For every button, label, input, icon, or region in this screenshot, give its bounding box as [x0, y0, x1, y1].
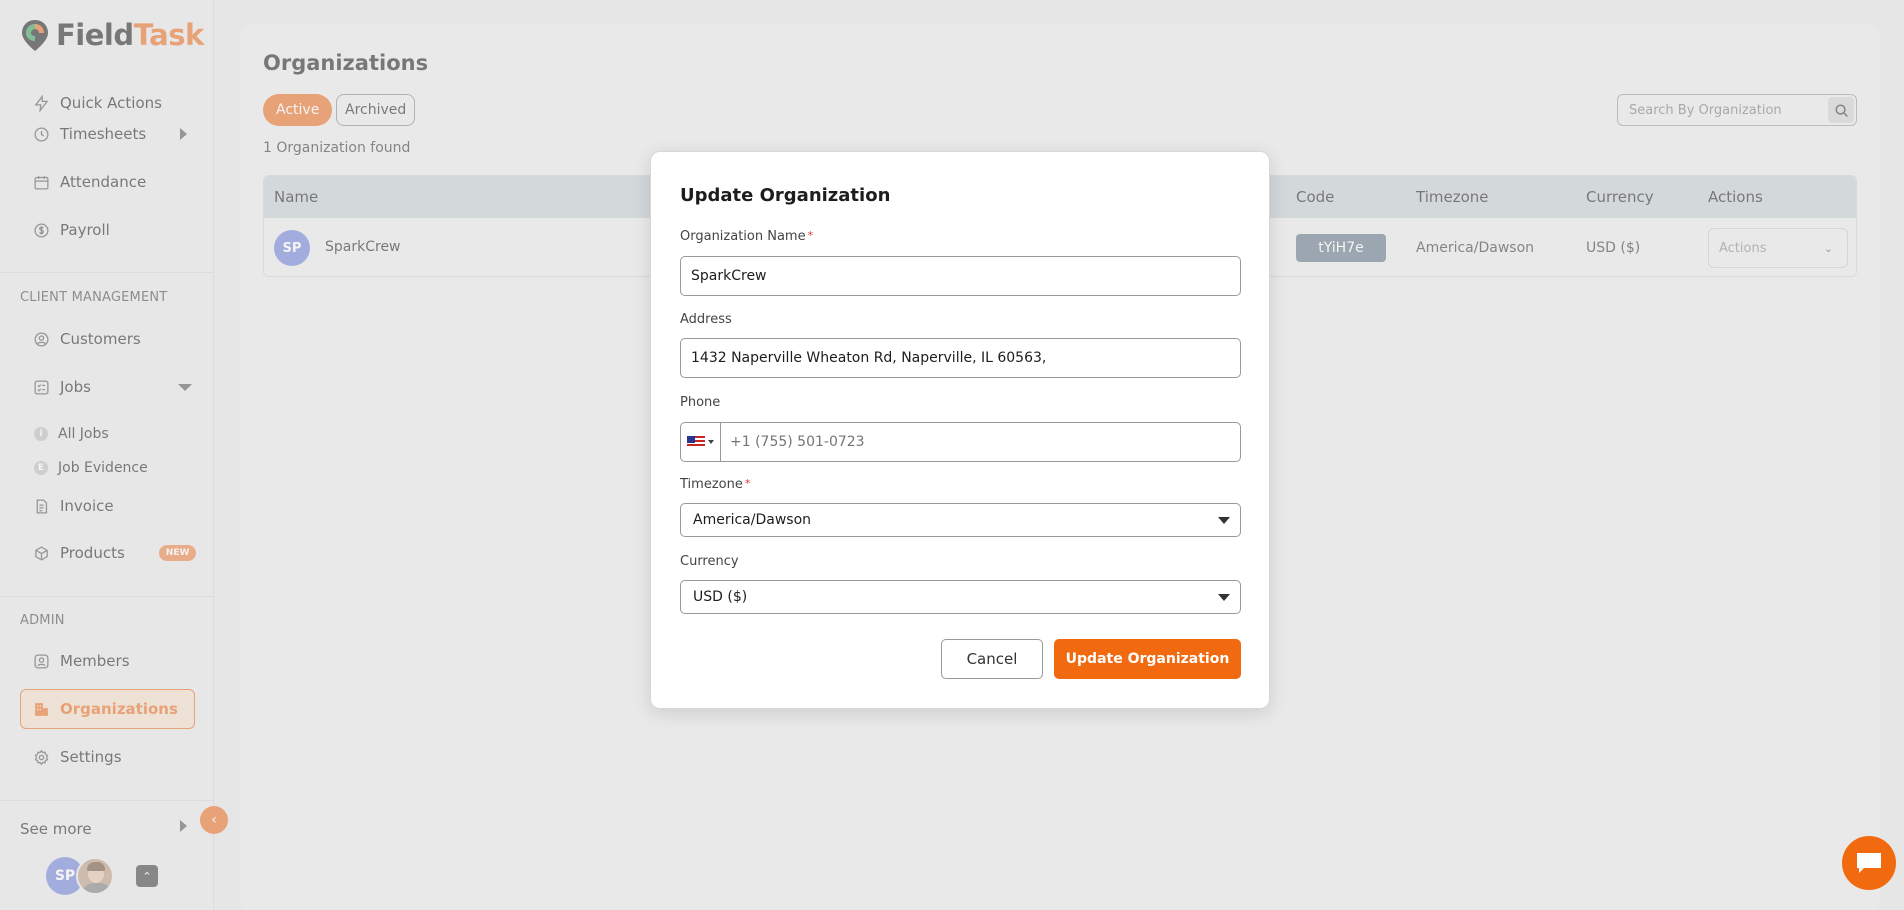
- currency-select[interactable]: USD ($): [680, 580, 1241, 614]
- org-name-input[interactable]: [680, 256, 1241, 296]
- modal-title: Update Organization: [680, 185, 891, 206]
- phone-input[interactable]: [721, 424, 1240, 460]
- country-code-select[interactable]: [681, 423, 721, 461]
- update-organization-modal: Update Organization Organization Name* A…: [650, 151, 1270, 709]
- required-mark: *: [807, 229, 814, 242]
- timezone-select-value: America/Dawson: [693, 512, 812, 528]
- caret-down-icon: [1218, 517, 1230, 524]
- caret-down-icon: [1218, 594, 1230, 601]
- us-flag-icon: [687, 436, 705, 448]
- currency-label: Currency: [680, 554, 739, 569]
- update-organization-button[interactable]: Update Organization: [1054, 639, 1241, 679]
- cancel-button[interactable]: Cancel: [941, 639, 1043, 679]
- chat-bubble-icon: [1857, 853, 1881, 873]
- phone-label: Phone: [680, 395, 721, 410]
- address-input[interactable]: [680, 338, 1241, 378]
- caret-down-icon: [708, 440, 714, 444]
- chat-button[interactable]: [1842, 836, 1896, 890]
- address-label: Address: [680, 312, 732, 327]
- org-name-label: Organization Name *: [680, 229, 814, 244]
- timezone-label: Timezone *: [680, 477, 751, 492]
- currency-select-value: USD ($): [693, 589, 748, 605]
- timezone-select[interactable]: America/Dawson: [680, 503, 1241, 537]
- required-mark: *: [744, 477, 751, 490]
- phone-field: [680, 422, 1241, 462]
